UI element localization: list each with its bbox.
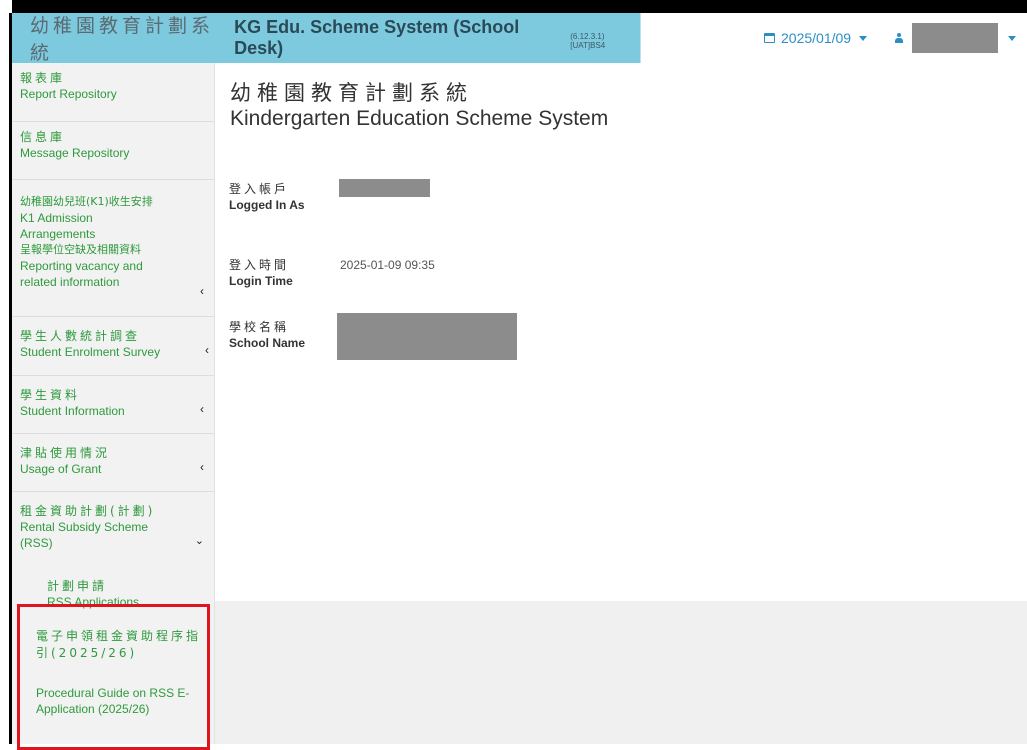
school-name-label: 學校名稱 School Name (229, 319, 309, 351)
sidebar-item-label-en: Message Repository (20, 146, 130, 160)
sidebar-item-usage-of-grant[interactable]: 津貼使用情況 Usage of Grant ‹ (12, 434, 214, 492)
school-name-value-redacted (337, 313, 517, 360)
version-label: (6.12.3.1) [UAT]BS4 (570, 32, 606, 50)
sidebar-item-student-information[interactable]: 學生資料 Student Information ‹ (12, 376, 214, 434)
sidebar-item-label-en: Report Repository (20, 87, 117, 101)
brand-bar[interactable]: 幼稚園教育計劃系統 KG Edu. Scheme System (School … (12, 13, 641, 64)
user-name-redacted (912, 23, 998, 53)
page-title-en: Kindergarten Education Scheme System (230, 107, 609, 130)
guide-link-en[interactable]: Procedural Guide on RSS E-Application (2… (36, 685, 206, 717)
login-account-label: 登入帳戶 Logged In As (229, 181, 309, 213)
sidebar-item-label-zh: 學生人數統計調查 (20, 329, 141, 343)
sidebar-item-label-en: K1 Admission Arrangements (20, 211, 96, 241)
sidebar-item-label-en: Rental Subsidy Scheme (RSS) (20, 520, 149, 550)
sidebar-item-label-zh: 信息庫 (20, 130, 66, 144)
school-name-label-en: School Name (229, 336, 306, 350)
chevron-down-icon: ⌄ (194, 535, 204, 547)
sidebar-item-label-zh-2: 呈報學位空缺及相關資料 (20, 243, 141, 256)
brand-title-en: KG Edu. Scheme System (School Desk) (234, 17, 520, 58)
sidebar-item-label-en: Usage of Grant (20, 462, 102, 476)
current-date: 2025/01/09 (781, 30, 852, 46)
chevron-left-icon: ‹ (205, 343, 209, 357)
user-icon (894, 33, 904, 43)
login-account-label-zh: 登入帳戶 (229, 182, 290, 196)
caret-down-icon (1008, 35, 1016, 41)
chevron-left-icon: ‹ (200, 284, 204, 298)
login-time-label: 登入時間 Login Time (229, 257, 309, 289)
sidebar-item-label-en: Student Enrolment Survey (20, 345, 161, 359)
login-time-label-en: Login Time (229, 274, 293, 288)
sidebar-item-label-zh: 津貼使用情況 (20, 446, 111, 460)
login-account-label-en: Logged In As (229, 198, 305, 212)
caret-down-icon (859, 35, 868, 41)
sidebar-item-report-repository[interactable]: 報表庫 Report Repository (12, 63, 214, 122)
highlight-box (17, 604, 210, 750)
page-title-zh: 幼稚園教育計劃系統 (230, 81, 473, 105)
login-time-label-zh: 登入時間 (229, 258, 290, 272)
sidebar-item-label-zh: 報表庫 (20, 71, 66, 85)
chevron-left-icon: ‹ (200, 460, 204, 474)
school-name-label-zh: 學校名稱 (229, 320, 290, 334)
sidebar-subitem-label-zh: 計劃申請 (47, 579, 108, 593)
sidebar-item-label-en: Student Information (20, 404, 125, 418)
sidebar-item-rental-subsidy-scheme[interactable]: 租金資助計劃(計劃) Rental Subsidy Scheme (RSS) ⌄ (12, 492, 214, 572)
sidebar-item-label-zh: 幼稚園幼兒班(K1)收生安排 (20, 195, 153, 208)
date-dropdown[interactable]: 2025/01/09 (764, 13, 868, 63)
brand-title-zh: 幼稚園教育計劃系統 (30, 15, 215, 64)
login-time-value: 2025-01-09 09:35 (340, 258, 435, 272)
login-account-value-redacted (339, 179, 430, 197)
sidebar-item-k1-admission[interactable]: 幼稚園幼兒班(K1)收生安排 K1 Admission Arrangements… (12, 180, 214, 317)
sidebar-item-label-zh: 學生資料 (20, 388, 81, 402)
main-footer-area (215, 601, 1027, 744)
sidebar-item-message-repository[interactable]: 信息庫 Message Repository (12, 122, 214, 180)
calendar-icon (764, 33, 775, 43)
chevron-left-icon: ‹ (200, 402, 204, 416)
main-content: 幼稚園教育計劃系統 Kindergarten Education Scheme … (215, 63, 1027, 601)
sidebar-item-label-en-2: Reporting vacancy and related informatio… (20, 259, 143, 289)
sidebar-item-label-zh: 租金資助計劃(計劃) (20, 504, 156, 518)
guide-link-zh[interactable]: 電子申領租金資助程序指引(2025/26) (36, 628, 206, 662)
sidebar-item-enrolment-survey[interactable]: 學生人數統計調查 Student Enrolment Survey ‹ (12, 317, 214, 376)
top-header: 幼稚園教育計劃系統 KG Edu. Scheme System (School … (12, 13, 1027, 64)
user-dropdown[interactable] (894, 13, 1016, 63)
